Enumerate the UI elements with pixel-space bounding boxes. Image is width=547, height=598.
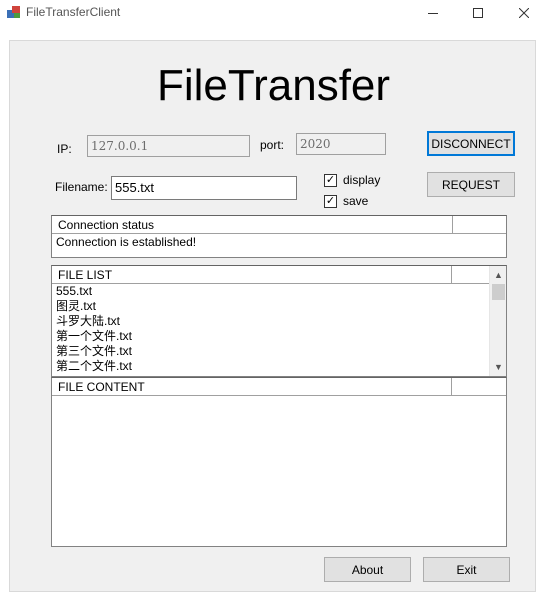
column-header-empty[interactable] — [452, 266, 489, 284]
check-icon: ✓ — [324, 173, 337, 187]
scroll-down-icon[interactable]: ▼ — [490, 358, 507, 375]
display-checkbox-label: display — [343, 173, 381, 187]
minimize-icon — [428, 13, 438, 14]
column-header[interactable]: FILE CONTENT — [52, 378, 452, 396]
file-content-header: FILE CONTENT — [52, 378, 506, 396]
list-item[interactable]: 第一个文件.txt — [52, 329, 132, 344]
maximize-icon — [473, 8, 483, 18]
check-icon: ✓ — [324, 194, 337, 208]
ip-label: IP: — [57, 142, 72, 156]
save-checkbox-label: save — [343, 194, 369, 208]
list-item[interactable]: 图灵.txt — [52, 299, 132, 314]
column-header-empty[interactable] — [452, 378, 506, 396]
list-item[interactable]: 第三个文件.txt — [52, 344, 132, 359]
list-item[interactable]: 第二个文件.txt — [52, 359, 132, 374]
column-header[interactable]: Connection status — [52, 216, 453, 234]
ip-field[interactable]: 127.0.0.1 — [87, 135, 250, 157]
maximize-button[interactable] — [455, 0, 501, 26]
column-header-empty[interactable] — [453, 216, 506, 234]
connection-status-list[interactable]: Connection status Connection is establis… — [51, 215, 507, 258]
client-area: FileTransfer IP: 127.0.0.1 port: 2020 DI… — [9, 40, 536, 592]
list-item[interactable]: Connection is established! — [52, 235, 196, 250]
page-title: FileTransfer — [156, 61, 391, 110]
save-checkbox[interactable]: ✓ save — [324, 194, 368, 208]
list-item[interactable]: 555.txt — [52, 284, 132, 299]
file-list[interactable]: FILE LIST 555.txt 图灵.txt 斗罗大陆.txt 第一个文件.… — [51, 265, 507, 377]
file-list-header: FILE LIST — [52, 266, 489, 284]
port-field[interactable]: 2020 — [296, 133, 386, 155]
request-button[interactable]: REQUEST — [427, 172, 515, 197]
disconnect-button[interactable]: DISCONNECT — [427, 131, 515, 156]
scroll-up-icon[interactable]: ▲ — [490, 266, 507, 283]
about-button[interactable]: About — [324, 557, 411, 582]
app-icon — [7, 6, 20, 18]
column-header[interactable]: FILE LIST — [52, 266, 452, 284]
file-list-scrollbar[interactable]: ▲ ▼ — [489, 266, 506, 376]
port-label: port: — [260, 138, 285, 152]
exit-button[interactable]: Exit — [423, 557, 510, 582]
display-checkbox[interactable]: ✓ display — [324, 173, 380, 187]
window-title: FileTransferClient — [26, 5, 121, 19]
close-button[interactable] — [501, 0, 547, 26]
filename-label: Filename: — [55, 180, 108, 194]
list-item[interactable]: 斗罗大陆.txt — [52, 314, 132, 329]
minimize-button[interactable] — [410, 0, 456, 26]
file-content-list[interactable]: FILE CONTENT — [51, 377, 507, 547]
scroll-thumb[interactable] — [492, 284, 505, 300]
title-bar[interactable]: FileTransferClient — [0, 0, 547, 30]
filename-input[interactable]: 555.txt — [111, 176, 297, 200]
connection-status-header: Connection status — [52, 216, 506, 234]
close-icon — [519, 8, 529, 18]
